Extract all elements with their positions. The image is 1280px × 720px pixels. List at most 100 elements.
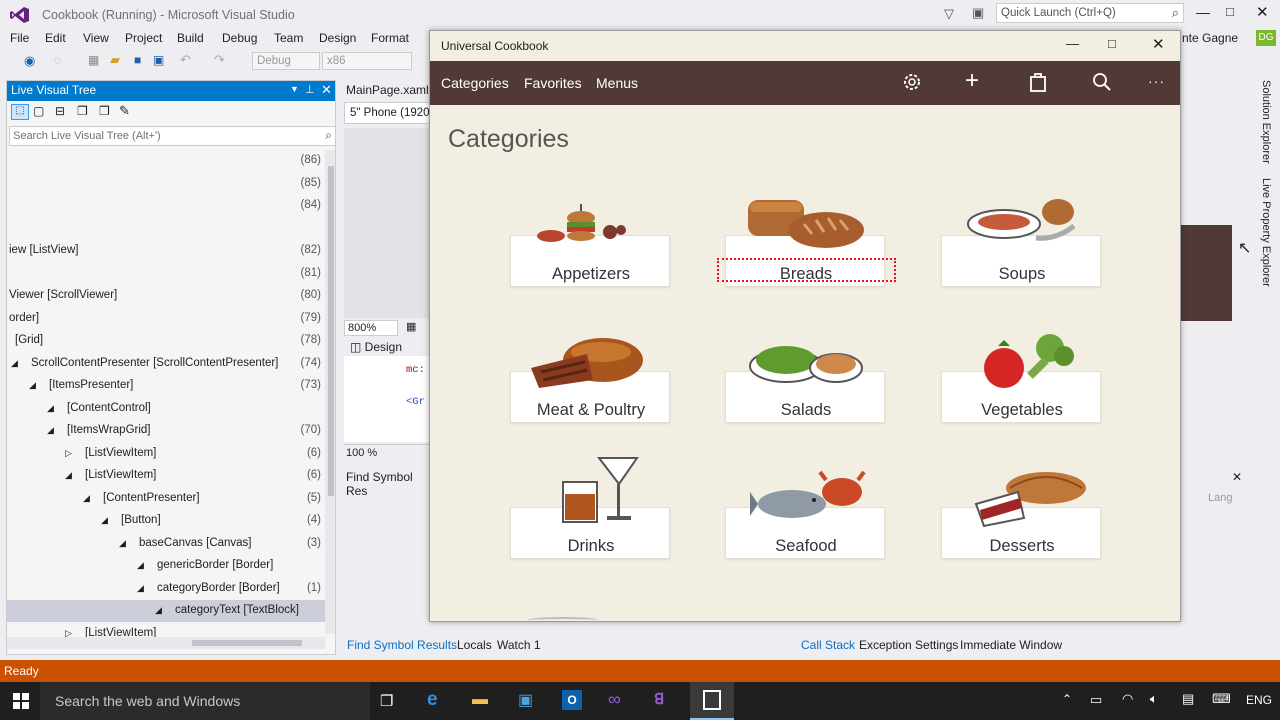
tree-row[interactable]: ◢ baseCanvas [Canvas] (3) [7, 533, 325, 555]
keyboard-icon[interactable]: ⌨︎ [1212, 691, 1231, 707]
nav-favorites[interactable]: Favorites [524, 75, 582, 91]
outlook-icon[interactable]: O [562, 690, 582, 710]
expander-icon[interactable]: ◢ [101, 515, 108, 526]
navigate-forward-icon[interactable]: ◌ [54, 53, 61, 67]
start-windows-icon[interactable] [13, 693, 29, 709]
shopping-bag-icon[interactable] [1029, 72, 1047, 92]
edge-icon[interactable]: e [427, 689, 438, 711]
grid-icon[interactable]: ▦ [406, 320, 416, 333]
menu-file[interactable]: File [10, 31, 29, 45]
visual-studio-icon[interactable]: ∞ [608, 689, 621, 710]
solution-explorer-tab[interactable]: Solution Explorer [1260, 80, 1272, 164]
design-tab[interactable]: ◫ Design [350, 340, 402, 354]
settings-gear-icon[interactable] [901, 71, 923, 93]
horizontal-scrollbar[interactable] [7, 637, 325, 649]
app-close-button[interactable]: ✕ [1152, 35, 1165, 53]
maximize-button[interactable]: □ [1226, 4, 1234, 19]
tree-row[interactable]: ◢ [ContentControl] [7, 398, 325, 420]
battery-icon[interactable]: ▭ [1090, 692, 1102, 708]
category-card-vegetables[interactable]: Vegetables [941, 334, 1101, 423]
expand-icon[interactable]: ❒ [99, 104, 110, 118]
tree-row[interactable]: ◢ categoryText [TextBlock] [7, 600, 325, 622]
language-indicator[interactable]: ENG [1246, 693, 1272, 707]
add-icon[interactable]: + [965, 69, 979, 93]
h-scrollbar-thumb[interactable] [192, 640, 302, 646]
tree-row[interactable]: ◢ [Button] (4) [7, 510, 325, 532]
search-icon[interactable] [1092, 72, 1112, 92]
live-visual-tree-search-input[interactable]: Search Live Visual Tree (Alt+') ⌕ [9, 126, 335, 146]
category-card-appetizers[interactable]: Appetizers [510, 204, 670, 287]
scrollbar-thumb[interactable] [328, 166, 334, 496]
tree-row[interactable]: ◢ [ItemsPresenter] (73) [7, 375, 325, 397]
vertical-scrollbar[interactable] [325, 150, 335, 634]
category-card-salads[interactable]: Salads [725, 346, 885, 423]
expander-icon[interactable]: ▷ [65, 448, 72, 459]
remote-desktop-icon[interactable]: ▣ [518, 690, 533, 710]
tree-row[interactable]: (86) [7, 150, 325, 172]
menu-build[interactable]: Build [177, 31, 204, 45]
menu-view[interactable]: View [83, 31, 109, 45]
expander-icon[interactable]: ◢ [119, 538, 126, 549]
tree-row[interactable]: ◢ [ItemsWrapGrid] (70) [7, 420, 325, 442]
tree-row[interactable]: ◢ genericBorder [Border] [7, 555, 325, 577]
redo-icon[interactable]: ↷ [214, 52, 225, 68]
code-area[interactable]: mc: <Gr [344, 356, 432, 442]
show-hidden-icons[interactable]: ⌃ [1062, 692, 1072, 706]
tree-row[interactable]: order] (79) [7, 308, 325, 330]
close-button[interactable]: ✕ [1256, 3, 1269, 21]
platform-select[interactable]: x86 [322, 52, 412, 70]
category-card-drinks[interactable]: Drinks [510, 457, 670, 559]
tree-row[interactable]: ◢ [ListViewItem] (6) [7, 465, 325, 487]
category-card-breads[interactable]: Breads [717, 200, 896, 287]
more-icon[interactable]: ··· [1148, 73, 1165, 89]
task-view-icon[interactable]: ❐ [380, 692, 393, 710]
category-card-soups[interactable]: Soups [941, 199, 1101, 287]
menu-debug[interactable]: Debug [222, 31, 257, 45]
file-explorer-icon[interactable]: ▬ [472, 691, 488, 709]
menu-design[interactable]: Design [319, 31, 356, 45]
tree-row[interactable] [7, 218, 325, 240]
track-focus-icon[interactable]: ⊟ [55, 104, 65, 118]
expander-icon[interactable]: ◢ [137, 583, 144, 594]
tree-row[interactable]: (85) [7, 173, 325, 195]
category-card-seafood[interactable]: Seafood [725, 470, 885, 559]
expander-icon[interactable]: ◢ [155, 605, 162, 616]
expander-icon[interactable]: ◢ [11, 358, 18, 369]
live-property-explorer-tab[interactable]: Live Property Explorer [1260, 178, 1272, 287]
tree-row[interactable]: [Grid] (78) [7, 330, 325, 352]
device-select[interactable]: 5" Phone (1920 [344, 102, 434, 124]
select-element-icon[interactable]: ⬚ [11, 104, 29, 120]
tree-row[interactable]: (81) [7, 263, 325, 285]
open-file-icon[interactable]: ▰ [110, 52, 120, 68]
taskbar-search-input[interactable]: Search the web and Windows [40, 682, 370, 720]
blend-icon[interactable]: ꓭ [654, 690, 664, 708]
expander-icon[interactable]: ◢ [47, 403, 54, 414]
expander-icon[interactable]: ◢ [65, 470, 72, 481]
menu-format[interactable]: Format [371, 31, 409, 45]
app-minimize-button[interactable]: — [1066, 36, 1079, 51]
tree-row[interactable]: Viewer [ScrollViewer] (80) [7, 285, 325, 307]
menu-edit[interactable]: Edit [45, 31, 66, 45]
cookbook-app-icon[interactable] [690, 682, 734, 720]
notification-icon[interactable]: ▤ [1182, 691, 1194, 707]
save-all-icon[interactable]: ▣ [153, 53, 164, 67]
expander-icon[interactable]: ◢ [47, 425, 54, 436]
new-project-icon[interactable]: ▦ [88, 53, 99, 67]
pin-icon[interactable]: ⊥ [305, 83, 315, 96]
solution-config-select[interactable]: Debug [252, 52, 320, 70]
tab-find-symbol-results[interactable]: Find Symbol Results [347, 638, 457, 652]
quick-launch-input[interactable]: Quick Launch (Ctrl+Q) ⌕ [996, 3, 1184, 23]
wifi-icon[interactable]: ◠ [1122, 691, 1133, 707]
dropdown-icon[interactable]: ▼ [290, 84, 299, 94]
tree-row[interactable]: ◢ categoryBorder [Border] (1) [7, 578, 325, 600]
tab-immediate-window[interactable]: Immediate Window [960, 638, 1062, 652]
category-card-desserts[interactable]: Desserts [941, 472, 1101, 559]
save-icon[interactable]: ■ [134, 53, 141, 67]
tab-locals[interactable]: Locals [457, 638, 492, 652]
tree-row[interactable]: ◢ [ContentPresenter] (5) [7, 488, 325, 510]
navigate-back-icon[interactable]: ◉ [24, 53, 35, 69]
editor-tab[interactable]: MainPage.xaml [346, 83, 429, 97]
volume-icon[interactable]: 🔈︎ [1150, 691, 1158, 707]
tab-watch-1[interactable]: Watch 1 [497, 638, 541, 652]
tree-row[interactable]: iew [ListView] (82) [7, 240, 325, 262]
